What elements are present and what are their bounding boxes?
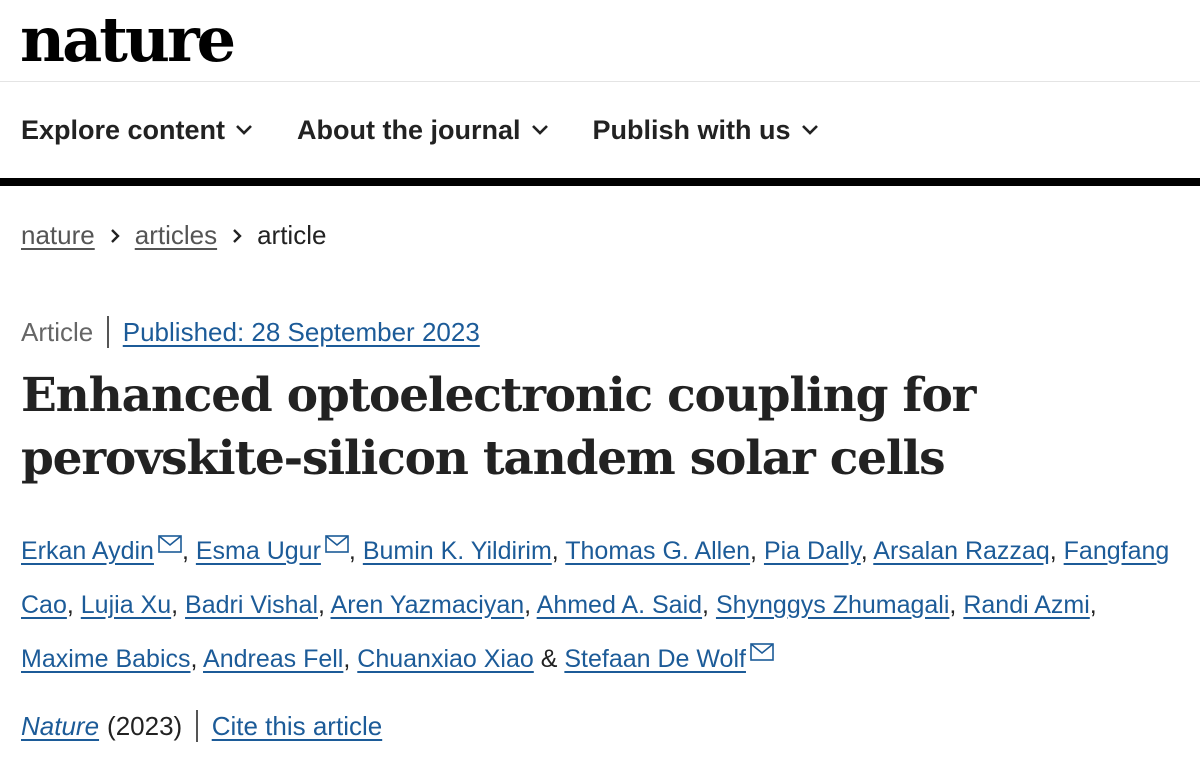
nav-label: Publish with us: [592, 114, 791, 145]
author-list: Erkan Aydin, Esma Ugur, Bumin K. Yildiri…: [21, 524, 1191, 686]
author-separator: ,: [181, 537, 196, 565]
nav-label: Explore content: [21, 114, 226, 145]
author-separator: ,: [702, 591, 716, 619]
author-link[interactable]: Chuanxiao Xiao: [357, 645, 534, 673]
author-link[interactable]: Arsalan Razzaq: [873, 537, 1049, 565]
envelope-icon[interactable]: [158, 535, 182, 553]
nav-explore-content[interactable]: Explore content: [21, 115, 253, 146]
author-link[interactable]: Badri Vishal: [185, 591, 318, 619]
author-link[interactable]: Randi Azmi: [963, 591, 1089, 619]
author-separator: ,: [318, 591, 331, 619]
divider: [196, 710, 198, 742]
author-separator: ,: [860, 537, 874, 565]
author-link[interactable]: Shynggys Zhumagali: [716, 591, 949, 619]
author-separator: ,: [551, 537, 566, 565]
author-separator: ,: [66, 591, 81, 619]
envelope-icon[interactable]: [750, 643, 774, 661]
breadcrumb-current: article: [257, 220, 327, 250]
author-link[interactable]: Stefaan De Wolf: [564, 645, 746, 673]
divider: [107, 316, 109, 348]
author-link[interactable]: Aren Yazmaciyan: [331, 591, 525, 619]
author-link[interactable]: Thomas G. Allen: [565, 537, 750, 565]
chevron-down-icon: [236, 125, 252, 135]
breadcrumb-articles[interactable]: articles: [135, 220, 217, 251]
nav-publish-with-us[interactable]: Publish with us: [593, 115, 819, 146]
author-link[interactable]: Bumin K. Yildirim: [363, 537, 552, 565]
breadcrumb-nature[interactable]: nature: [21, 220, 95, 251]
publication-year: (2023): [107, 710, 183, 741]
author-separator: ,: [750, 537, 764, 565]
author-separator: ,: [524, 591, 537, 619]
journal-link[interactable]: Nature: [21, 711, 99, 742]
envelope-icon[interactable]: [325, 535, 349, 553]
nav-label: About the journal: [297, 114, 521, 145]
author-separator: ,: [190, 645, 204, 673]
author-link[interactable]: Pia Dally: [764, 537, 861, 565]
article-meta: Article Published: 28 September 2023: [21, 316, 480, 348]
nav-divider: [0, 178, 1200, 186]
author-link[interactable]: Esma Ugur: [196, 537, 321, 565]
cite-article-link[interactable]: Cite this article: [212, 711, 383, 742]
chevron-down-icon: [531, 125, 548, 135]
author-separator: ,: [949, 591, 964, 619]
article-title: Enhanced optoelectronic coupling for per…: [21, 368, 976, 486]
author-link[interactable]: Lujia Xu: [81, 591, 171, 619]
article-type: Article: [21, 316, 94, 347]
author-separator: ,: [171, 591, 186, 619]
header: nature: [0, 0, 1200, 82]
author-link[interactable]: Erkan Aydin: [21, 537, 154, 565]
author-separator: ,: [348, 537, 363, 565]
citation: Nature (2023) Cite this article: [21, 710, 382, 742]
author-link[interactable]: Ahmed A. Said: [537, 591, 702, 619]
chevron-right-icon: [233, 228, 242, 243]
nav-about-journal[interactable]: About the journal: [297, 115, 548, 146]
author-separator: &: [533, 645, 565, 673]
published-date-link[interactable]: Published: 28 September 2023: [123, 317, 480, 348]
breadcrumb: nature articles article: [21, 220, 326, 251]
chevron-down-icon: [801, 125, 818, 135]
nature-logo[interactable]: nature: [20, 2, 236, 78]
chevron-right-icon: [110, 228, 120, 243]
author-link[interactable]: Maxime Babics: [21, 645, 191, 673]
main-nav: Explore content About the journal Publis…: [0, 82, 1200, 178]
author-separator: ,: [1089, 591, 1097, 619]
author-link[interactable]: Andreas Fell: [203, 645, 343, 673]
author-separator: ,: [343, 645, 358, 673]
author-separator: ,: [1049, 537, 1064, 565]
